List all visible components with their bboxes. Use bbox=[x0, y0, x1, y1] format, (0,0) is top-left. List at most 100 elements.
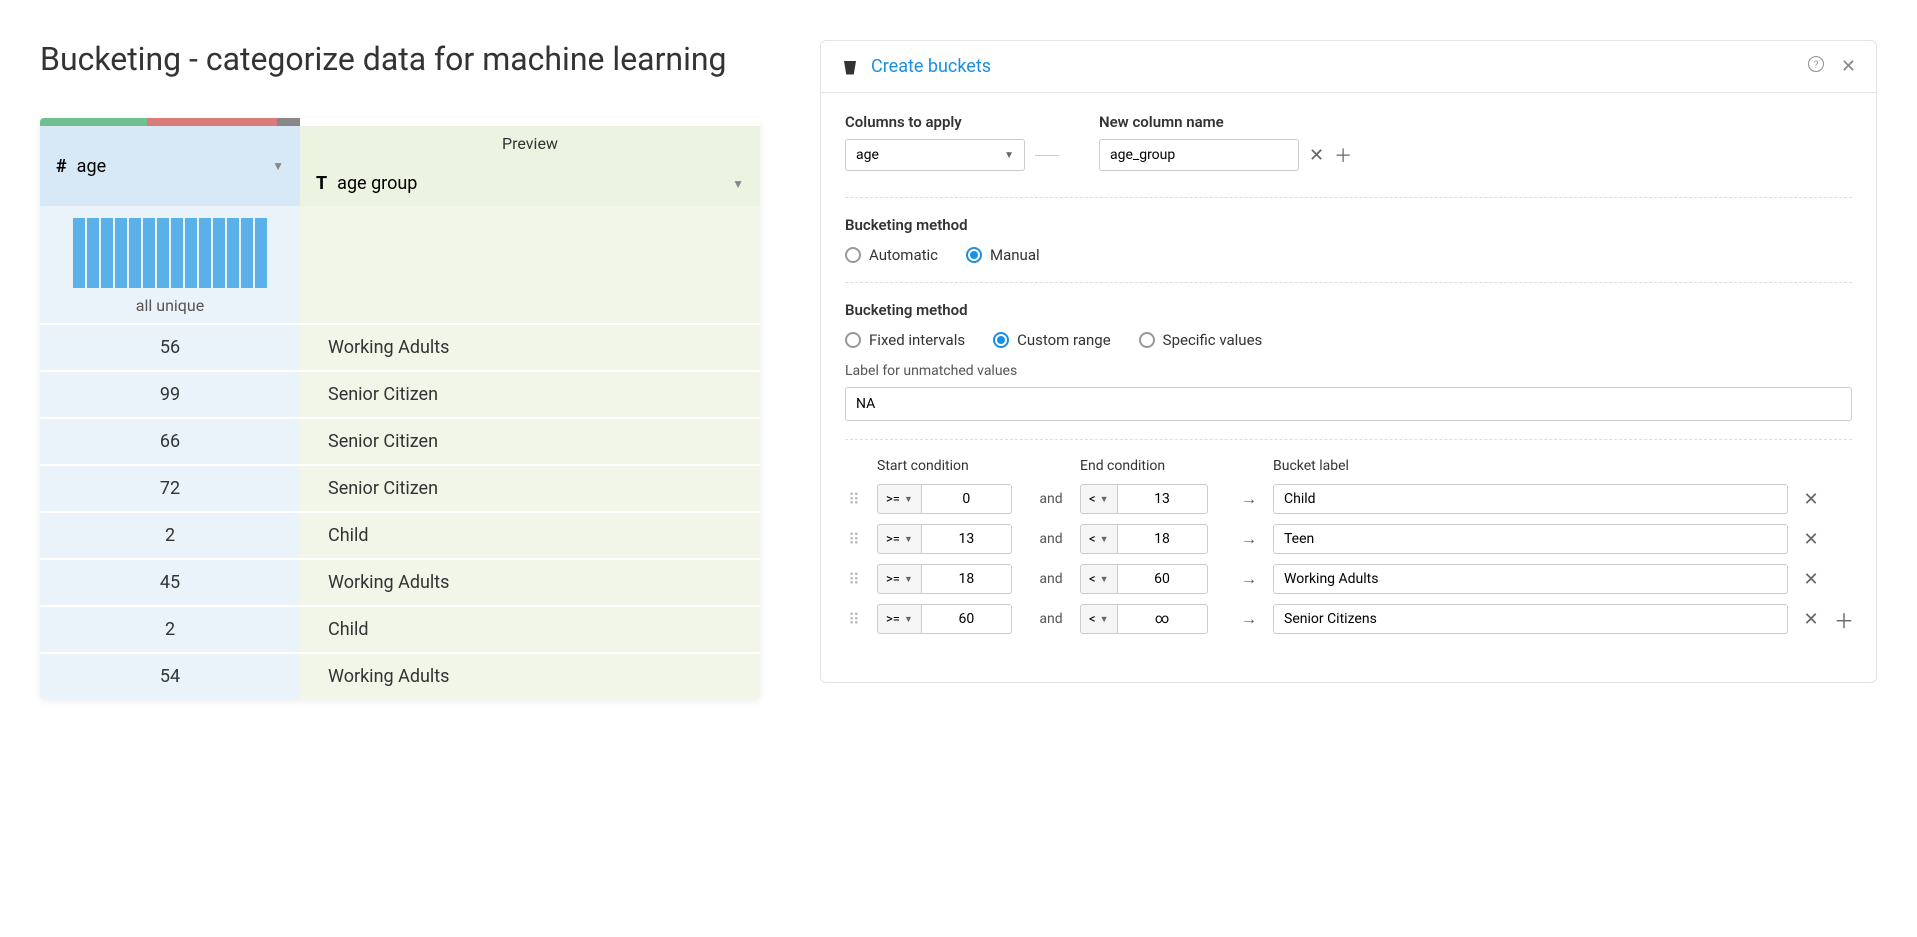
start-operator-select[interactable]: >=▼ bbox=[877, 484, 922, 514]
radio-custom-label: Custom range bbox=[1017, 331, 1111, 349]
column-header-group[interactable]: T age group ▼ bbox=[300, 161, 760, 206]
text-type-icon: T bbox=[316, 173, 327, 194]
start-value-input[interactable] bbox=[922, 524, 1012, 554]
bucket-label-input[interactable] bbox=[1273, 564, 1788, 594]
end-operator-select[interactable]: <▼ bbox=[1080, 604, 1118, 634]
and-text: and bbox=[1036, 531, 1066, 547]
end-value-input[interactable] bbox=[1118, 484, 1208, 514]
remove-bucket-icon[interactable]: ✕ bbox=[1802, 489, 1820, 510]
chevron-down-icon: ▼ bbox=[1004, 150, 1014, 161]
bucket-header-start: Start condition bbox=[877, 458, 1022, 474]
bucket-label-input[interactable] bbox=[1273, 484, 1788, 514]
unmatched-value-input[interactable] bbox=[845, 387, 1852, 421]
cell-group: Working Adults bbox=[300, 325, 760, 370]
radio-specific-values[interactable]: Specific values bbox=[1139, 331, 1263, 349]
histogram-cell: all unique bbox=[40, 206, 300, 323]
cell-group: Working Adults bbox=[300, 654, 760, 699]
add-column-icon[interactable]: ＋ bbox=[1334, 142, 1352, 168]
column-color-bar bbox=[40, 118, 760, 126]
start-value-input[interactable] bbox=[922, 604, 1012, 634]
radio-automatic[interactable]: Automatic bbox=[845, 246, 938, 264]
radio-custom-range[interactable]: Custom range bbox=[993, 331, 1111, 349]
new-column-name-input[interactable] bbox=[1099, 139, 1299, 171]
histogram-label: all unique bbox=[56, 296, 284, 315]
cell-age: 2 bbox=[40, 513, 300, 558]
cell-group: Working Adults bbox=[300, 560, 760, 605]
unmatched-label: Label for unmatched values bbox=[845, 363, 1852, 379]
bucket-icon bbox=[841, 58, 859, 76]
cell-age: 45 bbox=[40, 560, 300, 605]
cell-age: 2 bbox=[40, 607, 300, 652]
arrow-icon: → bbox=[1239, 569, 1259, 589]
bucket-row: ⠿ >=▼ and <▼ → ✕ bbox=[845, 484, 1852, 514]
help-icon[interactable]: ? bbox=[1807, 55, 1825, 78]
arrow-icon: → bbox=[1239, 609, 1259, 629]
create-buckets-panel: Create buckets ? ✕ Columns to apply bbox=[820, 40, 1877, 683]
arrow-icon: → bbox=[1239, 529, 1259, 549]
drag-handle-icon[interactable]: ⠿ bbox=[845, 570, 863, 589]
drag-handle-icon[interactable]: ⠿ bbox=[845, 610, 863, 629]
close-icon[interactable]: ✕ bbox=[1841, 56, 1856, 77]
panel-title: Create buckets bbox=[871, 56, 991, 77]
cell-age: 72 bbox=[40, 466, 300, 511]
remove-bucket-icon[interactable]: ✕ bbox=[1802, 529, 1820, 550]
table-row: 2Child bbox=[40, 511, 760, 558]
remove-bucket-icon[interactable]: ✕ bbox=[1802, 609, 1820, 630]
column-header-age[interactable]: # age ▼ bbox=[40, 126, 300, 206]
chevron-down-icon[interactable]: ▼ bbox=[272, 159, 284, 173]
table-row: 99Senior Citizen bbox=[40, 370, 760, 417]
clear-column-icon[interactable]: ✕ bbox=[1309, 145, 1324, 166]
cell-age: 66 bbox=[40, 419, 300, 464]
arrow-icon: → bbox=[1239, 489, 1259, 509]
column-name-group: age group bbox=[337, 173, 417, 194]
start-value-input[interactable] bbox=[922, 484, 1012, 514]
column-name-age: age bbox=[77, 156, 106, 177]
start-value-input[interactable] bbox=[922, 564, 1012, 594]
cell-group: Senior Citizen bbox=[300, 419, 760, 464]
cell-age: 99 bbox=[40, 372, 300, 417]
end-value-input[interactable] bbox=[1118, 524, 1208, 554]
end-operator-select[interactable]: <▼ bbox=[1080, 484, 1118, 514]
table-row: 54Working Adults bbox=[40, 652, 760, 699]
panel-header: Create buckets ? ✕ bbox=[821, 41, 1876, 93]
bucket-label-input[interactable] bbox=[1273, 524, 1788, 554]
and-text: and bbox=[1036, 611, 1066, 627]
radio-specific-label: Specific values bbox=[1163, 331, 1263, 349]
start-operator-select[interactable]: >=▼ bbox=[877, 524, 922, 554]
svg-text:?: ? bbox=[1814, 60, 1819, 71]
cell-age: 54 bbox=[40, 654, 300, 699]
table-row: 45Working Adults bbox=[40, 558, 760, 605]
end-operator-select[interactable]: <▼ bbox=[1080, 564, 1118, 594]
drag-handle-icon[interactable]: ⠿ bbox=[845, 530, 863, 549]
radio-manual[interactable]: Manual bbox=[966, 246, 1040, 264]
end-operator-select[interactable]: <▼ bbox=[1080, 524, 1118, 554]
columns-to-apply-label: Columns to apply bbox=[845, 113, 1059, 131]
histogram-cell-empty bbox=[300, 206, 760, 323]
end-value-input[interactable] bbox=[1118, 564, 1208, 594]
remove-bucket-icon[interactable]: ✕ bbox=[1802, 569, 1820, 590]
radio-manual-label: Manual bbox=[990, 246, 1040, 264]
start-operator-select[interactable]: >=▼ bbox=[877, 564, 922, 594]
bucket-label-input[interactable] bbox=[1273, 604, 1788, 634]
drag-handle-icon[interactable]: ⠿ bbox=[845, 490, 863, 509]
table-row: 2Child bbox=[40, 605, 760, 652]
columns-to-apply-value: age bbox=[856, 147, 879, 163]
cell-group: Child bbox=[300, 607, 760, 652]
start-operator-select[interactable]: >=▼ bbox=[877, 604, 922, 634]
table-row: 66Senior Citizen bbox=[40, 417, 760, 464]
bucket-row: ⠿ >=▼ and <▼ → ✕ bbox=[845, 524, 1852, 554]
cell-group: Senior Citizen bbox=[300, 372, 760, 417]
connector-line bbox=[1035, 155, 1059, 156]
table-row: 72Senior Citizen bbox=[40, 464, 760, 511]
columns-to-apply-select[interactable]: age ▼ bbox=[845, 139, 1025, 171]
radio-fixed-intervals[interactable]: Fixed intervals bbox=[845, 331, 965, 349]
preview-label: Preview bbox=[300, 126, 760, 161]
add-bucket-icon[interactable]: ＋ bbox=[1834, 605, 1852, 634]
chevron-down-icon[interactable]: ▼ bbox=[732, 177, 744, 191]
new-column-name-label: New column name bbox=[1099, 113, 1352, 131]
and-text: and bbox=[1036, 491, 1066, 507]
bucketing-method-label: Bucketing method bbox=[845, 216, 1852, 234]
page-title: Bucketing - categorize data for machine … bbox=[40, 40, 760, 78]
end-value-input[interactable] bbox=[1118, 604, 1208, 634]
radio-automatic-label: Automatic bbox=[869, 246, 938, 264]
